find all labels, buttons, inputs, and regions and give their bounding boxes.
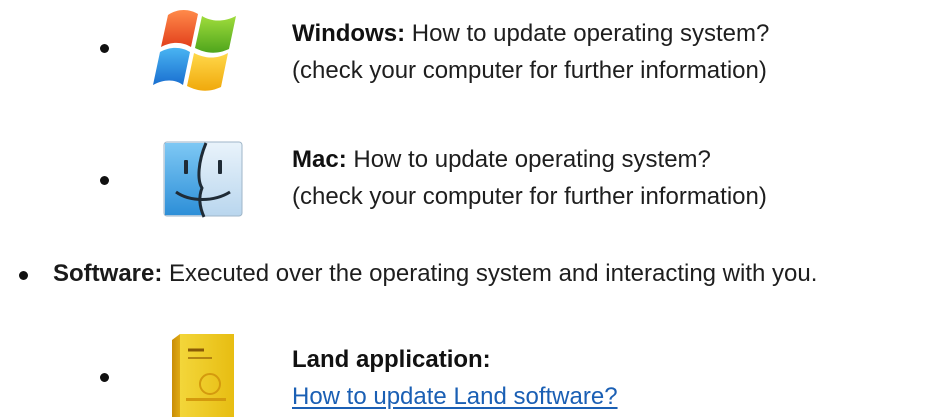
software-description: Executed over the operating system and i…	[169, 260, 818, 287]
windows-logo-icon	[153, 10, 236, 91]
windows-text: Windows: How to update operating system?…	[292, 15, 769, 89]
mac-title: Mac:	[292, 146, 347, 173]
bullet-land	[100, 373, 109, 382]
mac-question: How to update operating system?	[353, 146, 711, 173]
bullet-windows	[100, 44, 109, 53]
bullet-mac	[100, 176, 109, 185]
land-update-link[interactable]: How to update Land software?	[292, 383, 618, 410]
mac-note: (check your computer for further informa…	[292, 183, 767, 210]
windows-note: (check your computer for further informa…	[292, 57, 767, 84]
mac-line-1: Mac: How to update operating system?	[292, 141, 767, 178]
windows-title: Windows:	[292, 20, 406, 47]
software-title: Software:	[53, 260, 163, 287]
land-software-box-icon	[172, 334, 234, 417]
mac-text: Mac: How to update operating system? (ch…	[292, 141, 767, 215]
software-line: Software: Executed over the operating sy…	[53, 256, 817, 292]
windows-line-1: Windows: How to update operating system?	[292, 15, 769, 52]
bullet-software	[19, 271, 28, 280]
land-text: Land application: How to update Land sof…	[292, 341, 618, 415]
windows-question: How to update operating system?	[411, 20, 770, 47]
mac-finder-icon	[163, 141, 243, 218]
land-title: Land application:	[292, 346, 491, 373]
